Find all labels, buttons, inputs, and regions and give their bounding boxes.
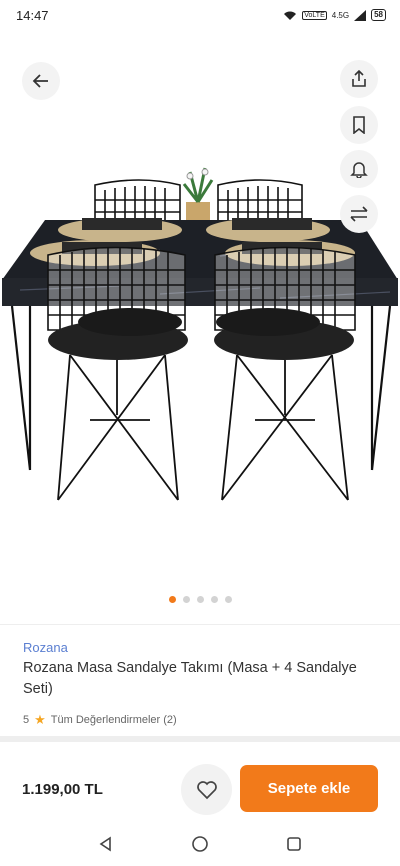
- gallery-indicator: [0, 596, 400, 603]
- favorite-button[interactable]: [181, 764, 232, 815]
- reviews-link[interactable]: Tüm Değerlendirmeler (2): [51, 714, 177, 726]
- plant-pot: [186, 202, 210, 220]
- nav-recents-icon[interactable]: [286, 836, 302, 852]
- rating-summary[interactable]: 5 ★ Tüm Değerlendirmeler (2): [23, 712, 177, 728]
- purchase-bar: 1.199,00 TL Sepete ekle: [0, 756, 400, 822]
- status-bar: 14:47 VoLTE 4.5G 58: [0, 0, 400, 30]
- nav-home-icon[interactable]: [191, 835, 209, 853]
- gallery-dot[interactable]: [182, 596, 190, 603]
- heart-icon: [196, 780, 217, 799]
- product-title: Rozana Masa Sandalye Takımı (Masa + 4 Sa…: [23, 660, 357, 697]
- rating-value: 5: [23, 714, 30, 726]
- wifi-icon: [284, 11, 297, 20]
- share-button[interactable]: [340, 60, 378, 98]
- bookmark-button[interactable]: [340, 106, 378, 144]
- notify-button[interactable]: [340, 150, 378, 188]
- network-type: 4.5G: [331, 10, 350, 20]
- divider: [0, 624, 400, 625]
- bell-icon: [350, 162, 368, 178]
- add-to-cart-button[interactable]: Sepete ekle: [240, 765, 378, 812]
- volte-icon: VoLTE: [302, 10, 327, 20]
- battery-icon: 58: [371, 9, 386, 21]
- status-icons: VoLTE 4.5G 58: [283, 9, 386, 21]
- nav-back-icon[interactable]: [98, 836, 114, 852]
- gallery-dot[interactable]: [210, 596, 218, 603]
- gallery-dot[interactable]: [196, 596, 204, 603]
- compare-button[interactable]: [340, 195, 378, 233]
- back-button[interactable]: [22, 62, 60, 100]
- signal-icon: [354, 9, 367, 21]
- section-divider: [0, 736, 400, 742]
- brand-link[interactable]: Rozana: [23, 640, 68, 655]
- gallery-dot[interactable]: [168, 596, 176, 603]
- share-icon: [352, 70, 366, 87]
- battery-level: 58: [374, 10, 383, 19]
- back-icon: [32, 74, 48, 88]
- bookmark-icon: [353, 116, 365, 134]
- price: 1.199,00 TL: [22, 780, 103, 798]
- product-image-gallery[interactable]: [0, 30, 400, 620]
- gallery-dot[interactable]: [224, 596, 232, 603]
- star-icon: ★: [34, 712, 46, 727]
- status-time: 14:47: [16, 7, 49, 23]
- compare-icon: [350, 206, 368, 222]
- system-nav-bar: [0, 822, 400, 866]
